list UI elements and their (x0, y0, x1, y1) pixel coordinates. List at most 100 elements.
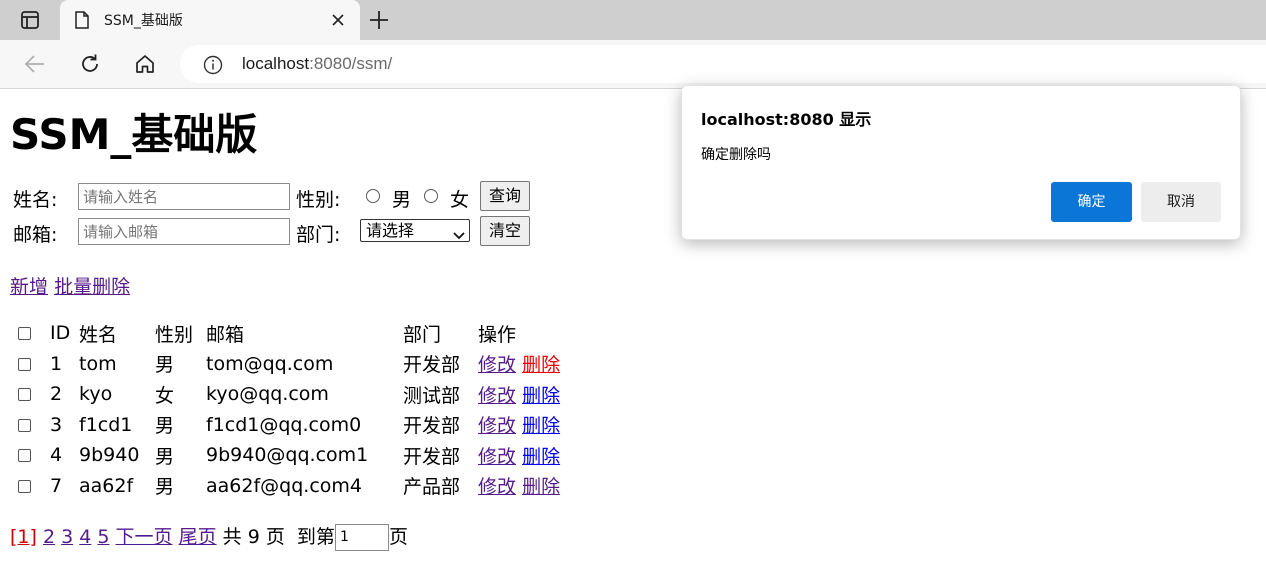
delete-link[interactable]: 删除 (522, 476, 560, 498)
table-row: 7 aa62f 男 aa62f@qq.com4 产品部 修改 删除 (10, 471, 564, 502)
confirm-dialog: localhost:8080 显示 确定删除吗 确定 取消 (681, 85, 1241, 240)
edit-link[interactable]: 修改 (478, 415, 516, 437)
delete-link[interactable]: 删除 (522, 385, 560, 407)
row-gender: 男 (155, 445, 175, 468)
table-row: 2 kyo 女 kyo@qq.com 测试部 修改 删除 (10, 379, 564, 410)
row-id: 3 (50, 413, 63, 436)
gender-male-label: 男 (392, 189, 412, 211)
table-row: 1 tom 男 tom@qq.com 开发部 修改 删除 (10, 349, 564, 380)
edit-link[interactable]: 修改 (478, 385, 516, 407)
close-tab-icon[interactable] (330, 12, 346, 32)
table-row: 4 9b940 男 9b940@qq.com1 开发部 修改 删除 (10, 440, 564, 471)
action-links: 新增 批量删除 (10, 272, 130, 299)
page-link-5[interactable]: 5 (97, 526, 109, 548)
header-actions: 操作 (478, 323, 517, 346)
email-input[interactable] (78, 218, 290, 245)
gender-label: 性别: (296, 189, 341, 211)
browser-toolbar: localhost:8080/ssm/ (0, 40, 1266, 89)
tab-title: SSM_基础版 (104, 13, 183, 29)
row-dept: 测试部 (403, 384, 461, 407)
browser-tab[interactable]: SSM_基础版 (60, 0, 360, 40)
home-icon[interactable] (133, 52, 157, 80)
page-icon (74, 11, 90, 33)
url-text[interactable]: localhost:8080/ssm/ (242, 54, 392, 74)
back-icon[interactable] (22, 52, 48, 80)
next-page-link[interactable]: 下一页 (116, 526, 173, 548)
dialog-ok-button[interactable]: 确定 (1051, 182, 1132, 222)
edit-link[interactable]: 修改 (478, 476, 516, 498)
last-page-link[interactable]: 尾页 (179, 526, 217, 548)
row-checkbox[interactable] (18, 388, 31, 402)
add-link[interactable]: 新增 (10, 276, 48, 298)
row-gender: 男 (155, 415, 175, 438)
chevron-down-icon (453, 225, 465, 246)
row-email: tom@qq.com (206, 352, 334, 375)
batch-delete-link[interactable]: 批量删除 (54, 276, 130, 298)
header-id: ID (50, 322, 71, 345)
row-name: kyo (79, 383, 113, 406)
row-gender: 男 (155, 476, 175, 499)
dept-label: 部门: (296, 224, 341, 246)
new-tab-icon[interactable] (368, 9, 390, 35)
row-email: aa62f@qq.com4 (206, 474, 362, 497)
select-all-checkbox[interactable] (18, 327, 31, 341)
browser-tab-bar: SSM_基础版 (0, 0, 1266, 40)
edit-link[interactable]: 修改 (478, 354, 516, 376)
goto-page-input[interactable]: 1 (334, 524, 389, 551)
row-dept: 开发部 (403, 354, 461, 377)
edit-link[interactable]: 修改 (478, 446, 516, 468)
row-name: tom (79, 352, 117, 375)
dept-select[interactable]: 请选择 (360, 219, 470, 242)
delete-link[interactable]: 删除 (522, 354, 560, 376)
delete-link[interactable]: 删除 (522, 446, 560, 468)
total-pages-text: 共 9 页 (222, 526, 285, 548)
site-info-icon[interactable] (202, 54, 224, 80)
row-checkbox[interactable] (18, 357, 31, 371)
row-email: f1cd1@qq.com0 (206, 413, 362, 436)
row-checkbox[interactable] (18, 449, 31, 463)
row-checkbox[interactable] (18, 418, 31, 432)
goto-suffix: 页 (388, 526, 408, 548)
row-email: kyo@qq.com (206, 383, 329, 406)
refresh-icon[interactable] (78, 52, 102, 80)
page-link-4[interactable]: 4 (79, 526, 91, 548)
page-link-3[interactable]: 3 (61, 526, 73, 548)
query-button[interactable]: 查询 (480, 181, 531, 211)
row-dept: 产品部 (403, 476, 461, 499)
name-label: 姓名: (13, 189, 58, 211)
dialog-message: 确定删除吗 (701, 147, 771, 163)
gender-female-label: 女 (450, 189, 470, 211)
employee-table: ID 姓名 性别 邮箱 部门 操作 1 tom 男 tom@qq.com 开发部… (10, 318, 564, 501)
table-header-row: ID 姓名 性别 邮箱 部门 操作 (10, 318, 564, 349)
gender-male-radio[interactable] (366, 189, 380, 203)
pagination: [1] 2 3 4 5 下一页 尾页 共 9 页 到第 1 页 (10, 522, 408, 551)
header-name: 姓名 (79, 323, 118, 346)
row-dept: 开发部 (403, 415, 461, 438)
dept-select-value: 请选择 (366, 221, 415, 240)
row-name: f1cd1 (79, 413, 133, 436)
row-name: 9b940 (79, 444, 140, 467)
page-link-2[interactable]: 2 (43, 526, 55, 548)
row-gender: 女 (155, 384, 175, 407)
table-row: 3 f1cd1 男 f1cd1@qq.com0 开发部 修改 删除 (10, 410, 564, 441)
email-label: 邮箱: (13, 224, 58, 246)
gender-female-radio[interactable] (424, 189, 438, 203)
dialog-cancel-button[interactable]: 取消 (1141, 182, 1221, 222)
dialog-title: localhost:8080 显示 (701, 110, 872, 129)
row-dept: 开发部 (403, 445, 461, 468)
row-checkbox[interactable] (18, 479, 31, 493)
address-bar[interactable]: localhost:8080/ssm/ (180, 45, 1266, 83)
page-title: SSM_基础版 (10, 110, 258, 159)
page-link-current[interactable]: [1] (10, 526, 37, 548)
row-id: 7 (50, 474, 63, 497)
header-email: 邮箱 (206, 323, 245, 346)
row-id: 1 (50, 352, 63, 375)
row-gender: 男 (155, 354, 175, 377)
row-id: 4 (50, 444, 63, 467)
delete-link[interactable]: 删除 (522, 415, 560, 437)
clear-button[interactable]: 清空 (480, 216, 531, 246)
row-id: 2 (50, 383, 63, 406)
goto-prefix: 到第 (296, 526, 335, 548)
name-input[interactable] (78, 183, 290, 210)
tab-actions-icon[interactable] (11, 8, 49, 34)
